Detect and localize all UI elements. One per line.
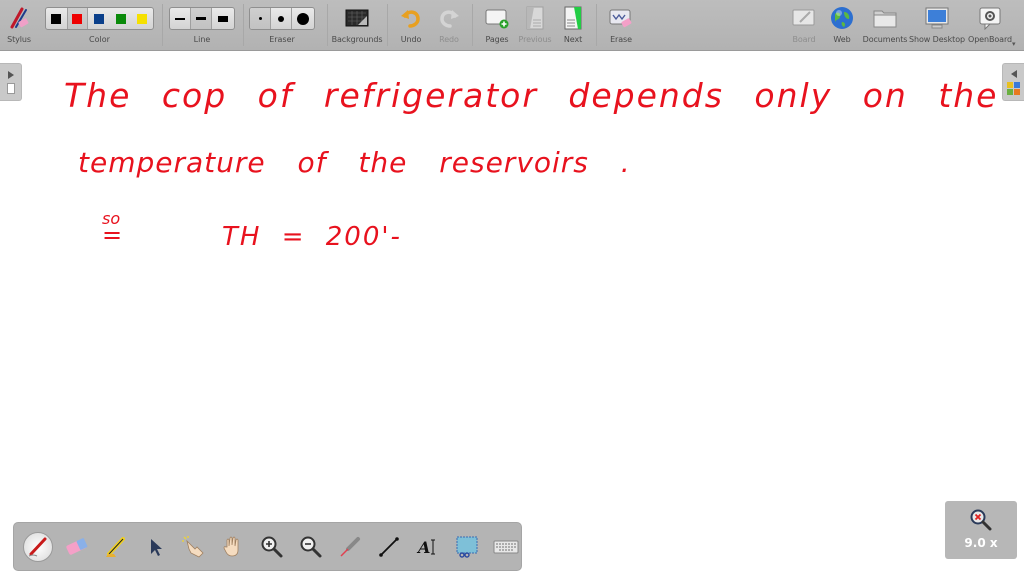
color-red-button[interactable] bbox=[67, 8, 89, 29]
virtual-keyboard-button[interactable] bbox=[491, 532, 521, 562]
keyboard-icon bbox=[493, 540, 519, 553]
capture-tool-button[interactable] bbox=[452, 532, 482, 562]
right-palette-toggle[interactable] bbox=[1002, 63, 1024, 101]
board-icon bbox=[790, 4, 818, 32]
show-desktop-button[interactable]: Show Desktop bbox=[909, 0, 965, 51]
monitor-icon bbox=[923, 4, 951, 32]
highlighter-tool-button[interactable] bbox=[101, 532, 131, 562]
toolbar-divider bbox=[243, 4, 244, 46]
ink-line-2: temperature of the reservoirs . bbox=[78, 146, 631, 179]
undo-button[interactable]: Undo bbox=[396, 0, 426, 51]
eraser-icon bbox=[66, 537, 88, 555]
folder-icon bbox=[871, 4, 899, 32]
zoom-in-tool-button[interactable] bbox=[257, 532, 287, 562]
ink-underline-equals: = bbox=[102, 221, 123, 249]
line-thin-button[interactable] bbox=[170, 8, 192, 29]
eraser-tool-button[interactable] bbox=[62, 532, 92, 562]
zoom-out-icon bbox=[300, 536, 322, 557]
color-green-button[interactable] bbox=[115, 13, 126, 24]
stylus-icon bbox=[5, 4, 33, 32]
next-page-icon bbox=[559, 4, 587, 32]
pages-button[interactable]: Pages bbox=[482, 0, 512, 51]
line-medium-button[interactable] bbox=[191, 8, 212, 29]
erase-board-icon bbox=[607, 4, 635, 32]
svg-text:A: A bbox=[416, 538, 430, 557]
color-black-button[interactable] bbox=[46, 8, 68, 29]
openboard-dropdown-arrow-icon[interactable]: ▾ bbox=[1012, 40, 1016, 48]
eraser-large-button[interactable] bbox=[292, 8, 314, 29]
board-button[interactable]: Board bbox=[790, 0, 818, 51]
line-thick-button[interactable] bbox=[212, 8, 234, 29]
previous-page-icon bbox=[521, 4, 549, 32]
toolbar-divider bbox=[327, 4, 328, 46]
color-blue-button[interactable] bbox=[94, 13, 105, 24]
zoom-in-icon bbox=[261, 536, 283, 557]
hand-tool-button[interactable] bbox=[218, 532, 248, 562]
openboard-window: Stylus Color Line Eraser Backgrounds Und… bbox=[0, 0, 1024, 576]
expand-right-arrow-icon bbox=[7, 70, 14, 79]
pen-tool-button[interactable] bbox=[23, 531, 53, 562]
ink-th-equation: TH = 200'- bbox=[222, 222, 402, 252]
whiteboard-canvas[interactable]: The cop of refrigerator depends only on … bbox=[0, 52, 1024, 576]
ink-line-1: The cop of refrigerator depends only on … bbox=[64, 76, 999, 115]
eraser-size-selector bbox=[249, 7, 315, 30]
undo-icon bbox=[397, 4, 425, 32]
eraser-small-button[interactable] bbox=[250, 8, 272, 29]
line-tool-button[interactable] bbox=[374, 532, 404, 562]
openboard-menu-button[interactable]: OpenBoard bbox=[967, 0, 1013, 51]
web-button[interactable]: Web bbox=[828, 0, 856, 51]
highlighter-icon bbox=[106, 536, 125, 557]
stylus-palette: A bbox=[13, 522, 522, 571]
selector-tool-button[interactable] bbox=[140, 532, 170, 562]
toolbar-divider bbox=[387, 4, 388, 46]
top-toolbar: Stylus Color Line Eraser Backgrounds Und… bbox=[0, 0, 1024, 51]
line-icon bbox=[379, 536, 399, 557]
eraser-medium-button[interactable] bbox=[271, 8, 292, 29]
interact-tool-button[interactable] bbox=[179, 532, 209, 562]
redo-icon bbox=[435, 4, 463, 32]
add-page-icon bbox=[483, 4, 511, 32]
pen-icon bbox=[28, 537, 47, 556]
text-tool-button[interactable]: A bbox=[413, 532, 443, 562]
openboard-settings-icon bbox=[976, 4, 1004, 32]
documents-button[interactable]: Documents bbox=[862, 0, 908, 51]
pointing-hand-icon bbox=[182, 535, 204, 557]
library-icon bbox=[1007, 81, 1020, 95]
zoom-indicator[interactable]: 9.0 x bbox=[945, 501, 1017, 559]
erase-button[interactable]: Erase bbox=[606, 0, 636, 51]
toolbar-divider bbox=[596, 4, 597, 46]
previous-page-button[interactable]: Previous bbox=[517, 0, 553, 51]
capture-icon bbox=[456, 536, 478, 558]
line-width-selector bbox=[169, 7, 235, 30]
eraser-label: Eraser bbox=[269, 35, 295, 44]
toolbar-divider bbox=[162, 4, 163, 46]
color-yellow-button[interactable] bbox=[137, 13, 148, 24]
hand-icon bbox=[223, 536, 239, 556]
backgrounds-icon bbox=[343, 4, 371, 32]
laser-pointer-tool-button[interactable] bbox=[335, 532, 365, 562]
arrow-cursor-icon bbox=[151, 538, 162, 556]
zoom-out-tool-button[interactable] bbox=[296, 532, 326, 562]
page-thumbnails-icon bbox=[6, 82, 15, 94]
stylus-button[interactable]: Stylus bbox=[2, 0, 36, 51]
next-page-button[interactable]: Next bbox=[559, 0, 587, 51]
toolbar-divider bbox=[472, 4, 473, 46]
reset-zoom-icon bbox=[970, 509, 992, 531]
laser-pointer-icon bbox=[340, 536, 360, 557]
color-more-group bbox=[88, 8, 153, 29]
text-icon: A bbox=[416, 538, 435, 557]
line-label: Line bbox=[193, 35, 211, 44]
color-selector bbox=[45, 7, 154, 30]
color-label: Color bbox=[89, 35, 110, 44]
globe-icon bbox=[828, 4, 856, 32]
backgrounds-button[interactable]: Backgrounds bbox=[332, 0, 383, 51]
left-palette-toggle[interactable] bbox=[0, 63, 22, 101]
redo-button[interactable]: Redo bbox=[434, 0, 464, 51]
zoom-level: 9.0 x bbox=[964, 536, 998, 550]
expand-left-arrow-icon bbox=[1010, 69, 1017, 78]
